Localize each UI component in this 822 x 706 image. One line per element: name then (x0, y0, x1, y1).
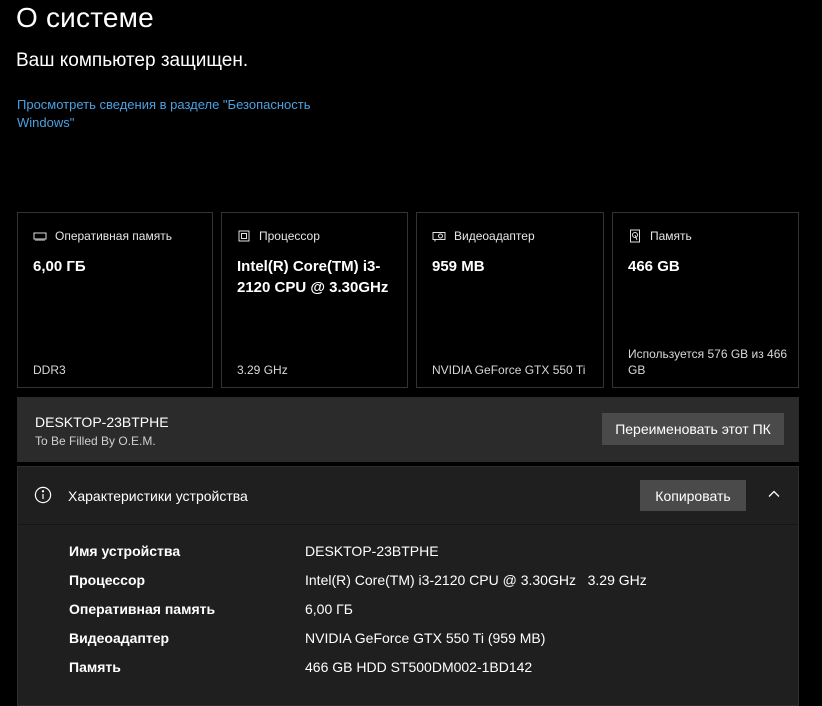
card-memory-title: Оперативная память (55, 229, 172, 243)
security-status: Ваш компьютер защищен. (16, 50, 249, 71)
card-memory: Оперативная память 6,00 ГБ DDR3 (17, 212, 213, 388)
card-gpu-sub: NVIDIA GeForce GTX 550 Ti (432, 363, 586, 377)
device-specs-header[interactable]: Характеристики устройства Копировать (18, 467, 798, 525)
pc-model: To Be Filled By O.E.M. (35, 434, 156, 448)
info-icon (34, 486, 52, 504)
card-processor: Процессор Intel(R) Core(TM) i3-2120 CPU … (221, 212, 408, 388)
card-storage: Память 466 GB Используется 576 GB из 466… (612, 212, 799, 388)
spec-label: Оперативная память (69, 601, 216, 617)
spec-row: Имя устройства DESKTOP-23BTPHE (69, 543, 769, 572)
spec-value: DESKTOP-23BTPHE (305, 543, 439, 559)
spec-label: Память (69, 659, 121, 675)
card-gpu: Видеоадаптер 959 MB NVIDIA GeForce GTX 5… (416, 212, 604, 388)
spec-value: 6,00 ГБ (305, 601, 353, 617)
spec-label: Имя устройства (69, 543, 181, 559)
spec-value: NVIDIA GeForce GTX 550 Ti (959 MB) (305, 630, 546, 646)
card-storage-title: Память (650, 229, 692, 243)
spec-value: 466 GB HDD ST500DM002-1BD142 (305, 659, 533, 675)
security-link[interactable]: Просмотреть сведения в разделе "Безопасн… (17, 96, 357, 132)
page-title: О системе (16, 2, 154, 33)
processor-icon (237, 229, 251, 243)
copy-button[interactable]: Копировать (640, 480, 746, 511)
spec-row: Оперативная память 6,00 ГБ (69, 601, 769, 630)
card-gpu-title: Видеоадаптер (454, 229, 535, 243)
spec-label: Процессор (69, 572, 146, 588)
card-processor-sub: 3.29 GHz (237, 363, 288, 377)
device-specs-title: Характеристики устройства (68, 488, 248, 504)
gpu-icon (432, 229, 446, 243)
memory-icon (33, 229, 47, 243)
card-memory-sub: DDR3 (33, 363, 66, 377)
spec-row: Процессор Intel(R) Core(TM) i3-2120 CPU … (69, 572, 769, 601)
card-processor-value: Intel(R) Core(TM) i3-2120 CPU @ 3.30GHz (237, 258, 389, 296)
spec-label: Видеоадаптер (69, 630, 170, 646)
storage-icon (628, 229, 642, 243)
device-specs-panel: Характеристики устройства Копировать Имя… (17, 466, 799, 706)
spec-row: Видеоадаптер NVIDIA GeForce GTX 550 Ti (… (69, 630, 769, 659)
pc-name-bar: DESKTOP-23BTPHE To Be Filled By O.E.M. П… (17, 397, 799, 462)
spec-row: Память 466 GB HDD ST500DM002-1BD142 (69, 659, 769, 688)
card-storage-value: 466 GB (628, 258, 680, 275)
spec-value: Intel(R) Core(TM) i3-2120 CPU @ 3.30GHz … (305, 572, 647, 588)
rename-pc-button[interactable]: Переименовать этот ПК (602, 413, 784, 445)
device-specs-list: Имя устройства DESKTOP-23BTPHE Процессор… (69, 543, 769, 688)
card-gpu-value: 959 MB (432, 258, 485, 275)
pc-name: DESKTOP-23BTPHE (35, 414, 169, 430)
card-processor-title: Процессор (259, 229, 320, 243)
chevron-up-icon[interactable] (763, 483, 785, 505)
card-memory-value: 6,00 ГБ (33, 258, 86, 275)
card-storage-sub: Используется 576 GB из 466 GB (628, 347, 788, 377)
